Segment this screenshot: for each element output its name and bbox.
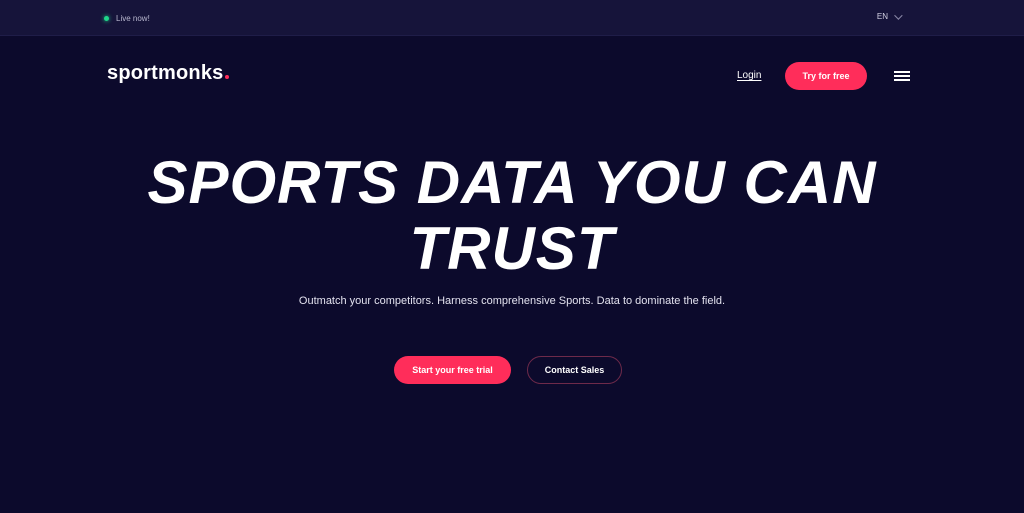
chevron-down-icon [894,10,903,20]
sportmonks-logo[interactable]: sportmonks [107,62,230,85]
main-nav: sportmonks Login Try for free [0,36,1024,114]
hero-title: SPORTS DATA YOU CAN TRUST [0,150,1024,282]
live-label: Live now! [116,13,150,23]
logo-dot-icon [225,75,230,79]
contact-sales-button[interactable]: Contact Sales [527,356,622,384]
logo-text: sportmonks [107,62,224,84]
language-selector[interactable]: EN [876,10,903,21]
live-indicator[interactable]: Live now! [104,12,150,24]
hero-title-line-1: SPORTS DATA YOU CAN [147,149,877,216]
top-bar: Live now! EN [0,0,1024,36]
cta-row: Start your free trial Contact Sales [0,356,1024,384]
start-free-trial-button[interactable]: Start your free trial [394,356,511,384]
language-label: EN [876,12,888,21]
try-for-free-button[interactable]: Try for free [785,62,867,90]
live-dot-icon [104,15,109,21]
hero-title-line-2: TRUST [409,215,615,282]
login-link[interactable]: Login [737,70,761,81]
hamburger-menu-icon[interactable] [894,71,910,81]
hero-subtitle: Outmatch your competitors. Harness compr… [298,295,726,307]
